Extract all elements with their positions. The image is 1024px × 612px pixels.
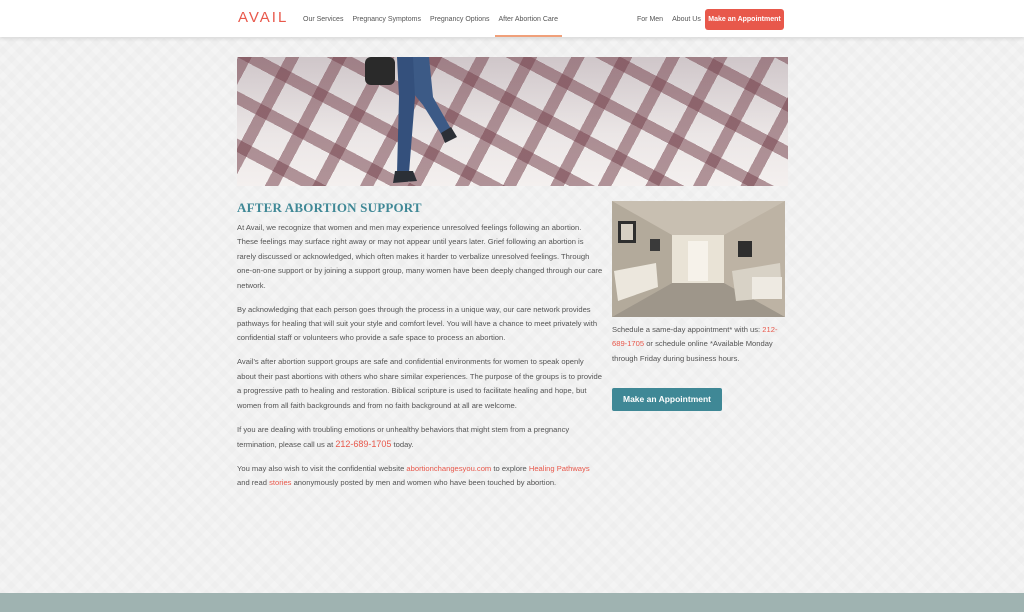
nav-our-services[interactable]: Our Services xyxy=(303,0,347,37)
resources-paragraph: You may also wish to visit the confident… xyxy=(237,462,603,491)
header-appointment-button[interactable]: Make an Appointment xyxy=(705,9,784,30)
resources-text-3: and read xyxy=(237,478,270,488)
stories-link[interactable]: stories xyxy=(269,478,291,487)
appointment-info-text: Schedule a same-day appointment* with us… xyxy=(612,325,763,334)
nav-after-abortion-care[interactable]: After Abortion Care xyxy=(494,0,563,37)
hallway-illustration xyxy=(612,201,785,317)
walking-person-illustration xyxy=(365,57,457,183)
nav-for-men[interactable]: For Men xyxy=(637,0,667,37)
hero-image xyxy=(237,57,788,186)
sidebar-appointment-button[interactable]: Make an Appointment xyxy=(612,388,722,411)
intro-paragraph: At Avail, we recognize that women and me… xyxy=(237,223,603,290)
care-network-paragraph: By acknowledging that each person goes t… xyxy=(237,304,598,343)
office-hallway-photo xyxy=(612,201,785,317)
main-content: At Avail, we recognize that women and me… xyxy=(237,221,603,500)
support-groups-paragraph: Avail’s after abortion support groups ar… xyxy=(237,357,602,410)
nav-pregnancy-options[interactable]: Pregnancy Options xyxy=(426,0,494,37)
page-title: AFTER ABORTION SUPPORT xyxy=(237,200,422,215)
avail-logo[interactable]: AVAIL xyxy=(238,9,288,26)
resources-text-2: to explore xyxy=(491,464,529,474)
resources-text-4: anonymously posted by men and women who … xyxy=(291,478,557,488)
appointment-info: Schedule a same-day appointment* with us… xyxy=(612,323,792,366)
nav-about-us[interactable]: About Us xyxy=(668,0,705,37)
main-nav: Our Services Pregnancy Symptoms Pregnanc… xyxy=(303,0,563,37)
site-header: AVAIL Our Services Pregnancy Symptoms Pr… xyxy=(0,0,1024,37)
phone-link[interactable]: 212-689-1705 xyxy=(335,439,391,449)
abortionchangesyou-link[interactable]: abortionchangesyou.com xyxy=(406,464,491,473)
call-us-paragraph: If you are dealing with troubling emotio… xyxy=(237,423,603,453)
footer-band xyxy=(0,593,1024,612)
call-us-suffix: today. xyxy=(391,440,414,450)
secondary-nav: For Men About Us xyxy=(637,0,706,37)
healing-pathways-link[interactable]: Healing Pathways xyxy=(529,464,590,473)
nav-pregnancy-symptoms[interactable]: Pregnancy Symptoms xyxy=(348,0,424,37)
resources-text-1: You may also wish to visit the confident… xyxy=(237,464,407,474)
